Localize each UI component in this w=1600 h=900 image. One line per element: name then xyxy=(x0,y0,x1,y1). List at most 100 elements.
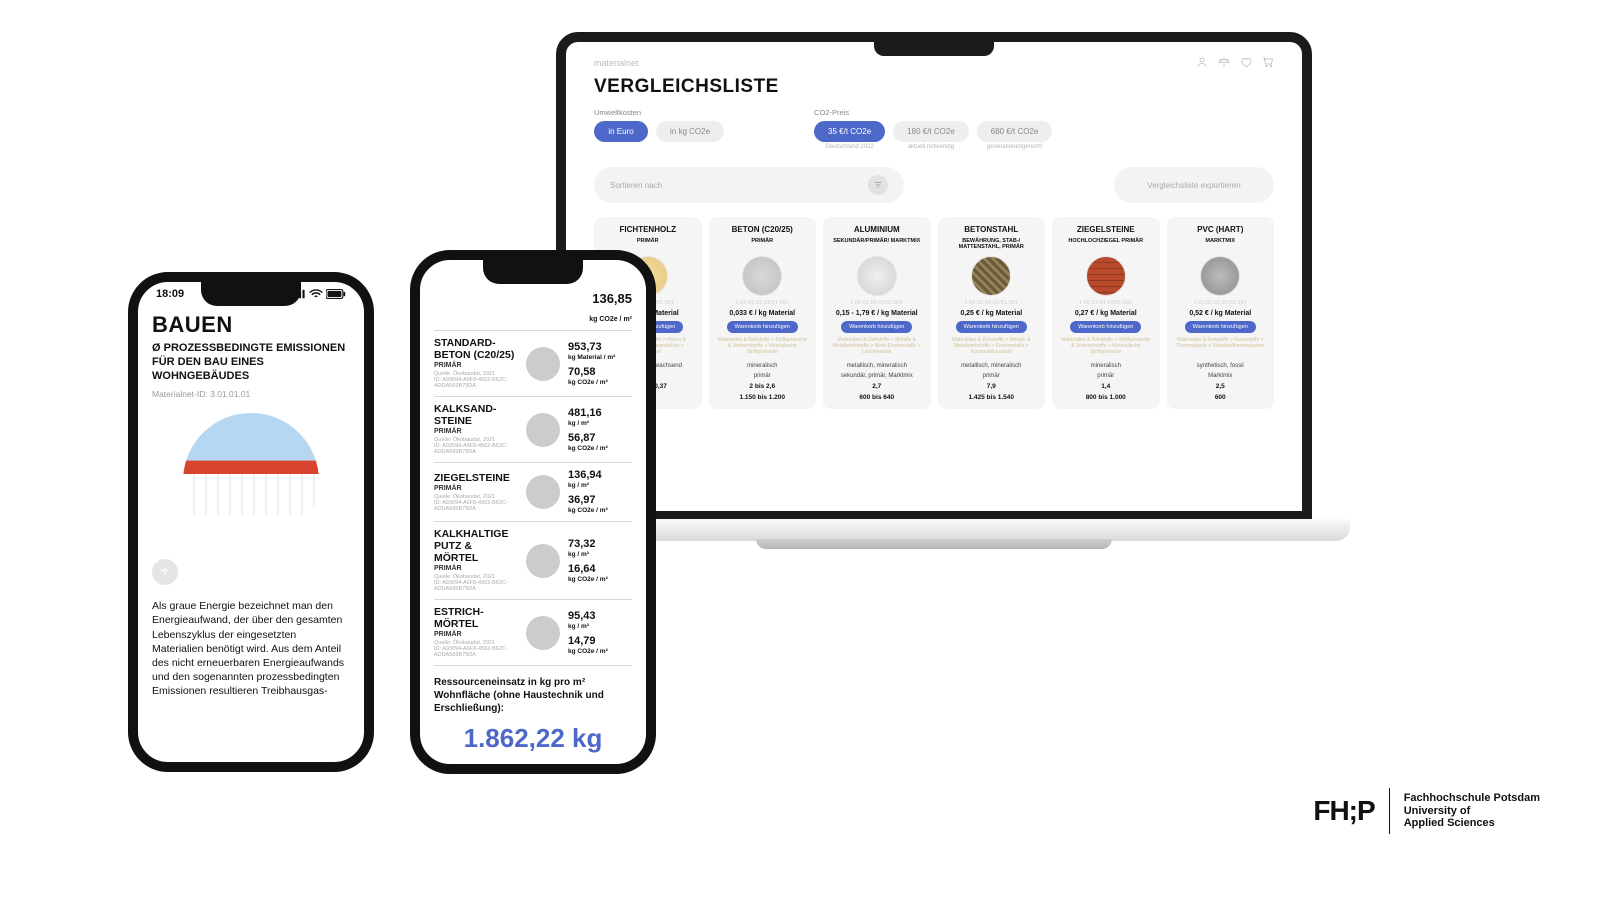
card-tag: metallisch, mineralisch xyxy=(961,363,1021,369)
add-to-cart-button[interactable]: Warenkorb hinzufügen xyxy=(727,321,798,333)
add-to-cart-button[interactable]: Warenkorb hinzufügen xyxy=(1070,321,1141,333)
row-title: STANDARD-BETON (C20/25) xyxy=(434,338,518,361)
resource-total-value: 1.862,22 kg xyxy=(434,723,632,754)
pill-in-euro[interactable]: in Euro xyxy=(594,121,648,142)
row-origin: PRIMÄR xyxy=(434,485,518,492)
card-title: BETON (C20/25) xyxy=(732,225,793,234)
expand-button[interactable]: + xyxy=(152,559,178,585)
material-row-list: STANDARD-BETON (C20/25)PRIMÄRQuelle: Öko… xyxy=(434,330,632,666)
card-origin: sekundär, primär, Marktmix xyxy=(841,373,913,379)
card-subtitle: HOCHLOCHZIEGEL PRIMÄR xyxy=(1068,238,1143,252)
row-swatch xyxy=(526,413,560,447)
material-card[interactable]: BETONSTAHLBEWÄHRUNG, STAB-/ MATTENSTAHL,… xyxy=(938,217,1046,409)
phone-list-content: 136,85 kg CO2e / m² STANDARD-BETON (C20/… xyxy=(434,290,632,754)
heart-icon[interactable] xyxy=(1240,56,1252,70)
row-co2-unit: kg CO2e / m² xyxy=(568,648,632,655)
card-price: 0,25 € / kg Material xyxy=(960,310,1022,317)
pill-680[interactable]: 680 €/t CO2e xyxy=(977,121,1053,142)
row-source: Quelle: Ökobaudat, 2021ID: A93094-A6F8-4… xyxy=(434,640,518,658)
row-swatch xyxy=(526,616,560,650)
material-swatch xyxy=(742,256,782,296)
material-row[interactable]: KALKSAND-STEINEPRIMÄR Quelle: Ökobaudat, … xyxy=(434,396,632,462)
phone-notch xyxy=(483,260,583,284)
add-to-cart-button[interactable]: Warenkorb hinzufügen xyxy=(841,321,912,333)
material-card[interactable]: ALUMINIUMSEKUNDÄR/PRIMÄR/ MARKTMIX1.06.0… xyxy=(823,217,931,409)
co2-label: CO2-Preis xyxy=(814,108,1052,117)
row-title: KALKSAND-STEINE xyxy=(434,404,518,427)
row-mass-value: 136,94 xyxy=(568,470,632,481)
row-title: KALKHALTIGE PUTZ & MÖRTEL xyxy=(434,529,518,564)
app-header-bar: materialnet xyxy=(594,56,1274,70)
card-code: 1.06.01.04.01/01.001 xyxy=(850,300,903,306)
add-to-cart-button[interactable]: Warenkorb hinzufügen xyxy=(1185,321,1256,333)
article-body: Als graue Energie bezeichnet man den Ene… xyxy=(152,599,350,698)
add-to-cart-button[interactable]: Warenkorb hinzufügen xyxy=(956,321,1027,333)
pill-180[interactable]: 180 €/t CO2e xyxy=(893,121,969,142)
material-row[interactable]: ZIEGELSTEINEPRIMÄRQuelle: Ökobaudat, 202… xyxy=(434,462,632,521)
card-subtitle: PRIMÄR xyxy=(751,238,773,252)
row-title: ZIEGELSTEINE xyxy=(434,473,518,485)
fhp-logo-block: FH;P Fachhochschule Potsdam University o… xyxy=(1313,788,1540,834)
export-button[interactable]: Vergleichsliste exportieren xyxy=(1114,167,1274,203)
top-total: 136,85 kg CO2e / m² xyxy=(434,290,632,330)
co2-filter: CO2-Preis 35 €/t CO2eDeutschland 2022 18… xyxy=(814,108,1052,151)
cart-icon[interactable] xyxy=(1262,56,1274,70)
card-total: 1.425 bis 1.540 xyxy=(968,394,1014,401)
material-swatch xyxy=(971,256,1011,296)
card-range: 2,5 xyxy=(1216,383,1225,390)
laptop-foot xyxy=(756,539,1112,549)
row-origin: PRIMÄR xyxy=(434,428,518,435)
card-title: ZIEGELSTEINE xyxy=(1077,225,1135,234)
resource-summary-label: Ressourceneinsatz in kg pro m² Wohnfläch… xyxy=(434,676,632,715)
row-origin: PRIMÄR xyxy=(434,565,518,572)
page-title: VERGLEICHSLISTE xyxy=(594,76,1274,98)
row-mass-unit: kg Material / m² xyxy=(568,354,632,361)
row-source: Quelle: Ökobaudat, 2021ID: A93094-A6F8-4… xyxy=(434,437,518,455)
material-row[interactable]: ESTRICH-MÖRTELPRIMÄRQuelle: Ökobaudat, 2… xyxy=(434,599,632,666)
card-total: 600 xyxy=(1215,394,1226,401)
fhp-line2: University of xyxy=(1404,805,1540,818)
card-range: 2 bis 2,6 xyxy=(749,383,775,390)
card-origin: primär xyxy=(754,373,771,379)
material-row[interactable]: STANDARD-BETON (C20/25)PRIMÄR Quelle: Öko… xyxy=(434,330,632,396)
row-title: ESTRICH-MÖRTEL xyxy=(434,607,518,630)
row-origin: PRIMÄR xyxy=(434,362,518,369)
card-range: 1,4 xyxy=(1101,383,1110,390)
header-icon-group xyxy=(1196,56,1274,70)
user-icon[interactable] xyxy=(1196,56,1208,70)
row-co2-value: 16,64 xyxy=(568,564,632,575)
pill-35[interactable]: 35 €/t CO2e xyxy=(814,121,885,142)
card-breadcrumb: Materialien & Rohstoffe > Stoffgemische … xyxy=(1058,337,1154,359)
wifi-icon xyxy=(309,289,323,299)
material-row[interactable]: KALKHALTIGE PUTZ & MÖRTELPRIMÄRQuelle: Ö… xyxy=(434,521,632,599)
material-card[interactable]: ZIEGELSTEINEHOCHLOCHZIEGEL PRIMÄR1.06.01… xyxy=(1052,217,1160,409)
row-co2-value: 14,79 xyxy=(568,636,632,647)
pill-35-sub: Deutschland 2022 xyxy=(825,142,873,151)
scale-icon[interactable] xyxy=(1218,56,1230,70)
card-subtitle: MARKTMIX xyxy=(1205,238,1235,252)
sort-dropdown[interactable]: Sortieren nach xyxy=(594,167,904,203)
material-card[interactable]: BETON (C20/25)PRIMÄR1.04.01.01.01/01.001… xyxy=(709,217,817,409)
row-co2-value: 56,87 xyxy=(568,433,632,444)
card-range: 7,9 xyxy=(987,383,996,390)
row-mass-unit: kg / m² xyxy=(568,482,632,489)
row-source: Quelle: Ökobaudat, 2021ID: A93094-A6F8-4… xyxy=(434,371,518,389)
card-subtitle: PRIMÄR xyxy=(637,238,659,252)
card-title: FICHTENHOLZ xyxy=(620,225,676,234)
material-card[interactable]: PVC (HART)MARKTMIX1.01.01.01.01/01.0010,… xyxy=(1167,217,1275,409)
card-breadcrumb: Materialien & Rohstoffe > Metalle & Meta… xyxy=(829,337,925,359)
card-tag: mineralisch xyxy=(747,363,777,369)
card-range: 2,7 xyxy=(872,383,881,390)
card-code: 1.01.01.01.01/01.001 xyxy=(1194,300,1247,306)
comparison-app: materialnet VERGLEICHSLISTE Umweltkosten… xyxy=(566,42,1302,511)
card-breadcrumb: Materialien & Rohstoffe > Stoffgemische … xyxy=(715,337,811,359)
material-swatch xyxy=(857,256,897,296)
pill-180-sub: aktuell notwendig xyxy=(908,142,954,151)
pill-in-co2e[interactable]: in kg CO2e xyxy=(656,121,724,142)
row-co2-unit: kg CO2e / m² xyxy=(568,507,632,514)
card-total: 600 bis 640 xyxy=(859,394,894,401)
card-code: 1.06.01.04.01/01.001 xyxy=(965,300,1018,306)
pill-680-sub: generationengerecht xyxy=(987,142,1042,151)
row-mass-value: 481,16 xyxy=(568,408,632,419)
row-co2-value: 36,97 xyxy=(568,495,632,506)
